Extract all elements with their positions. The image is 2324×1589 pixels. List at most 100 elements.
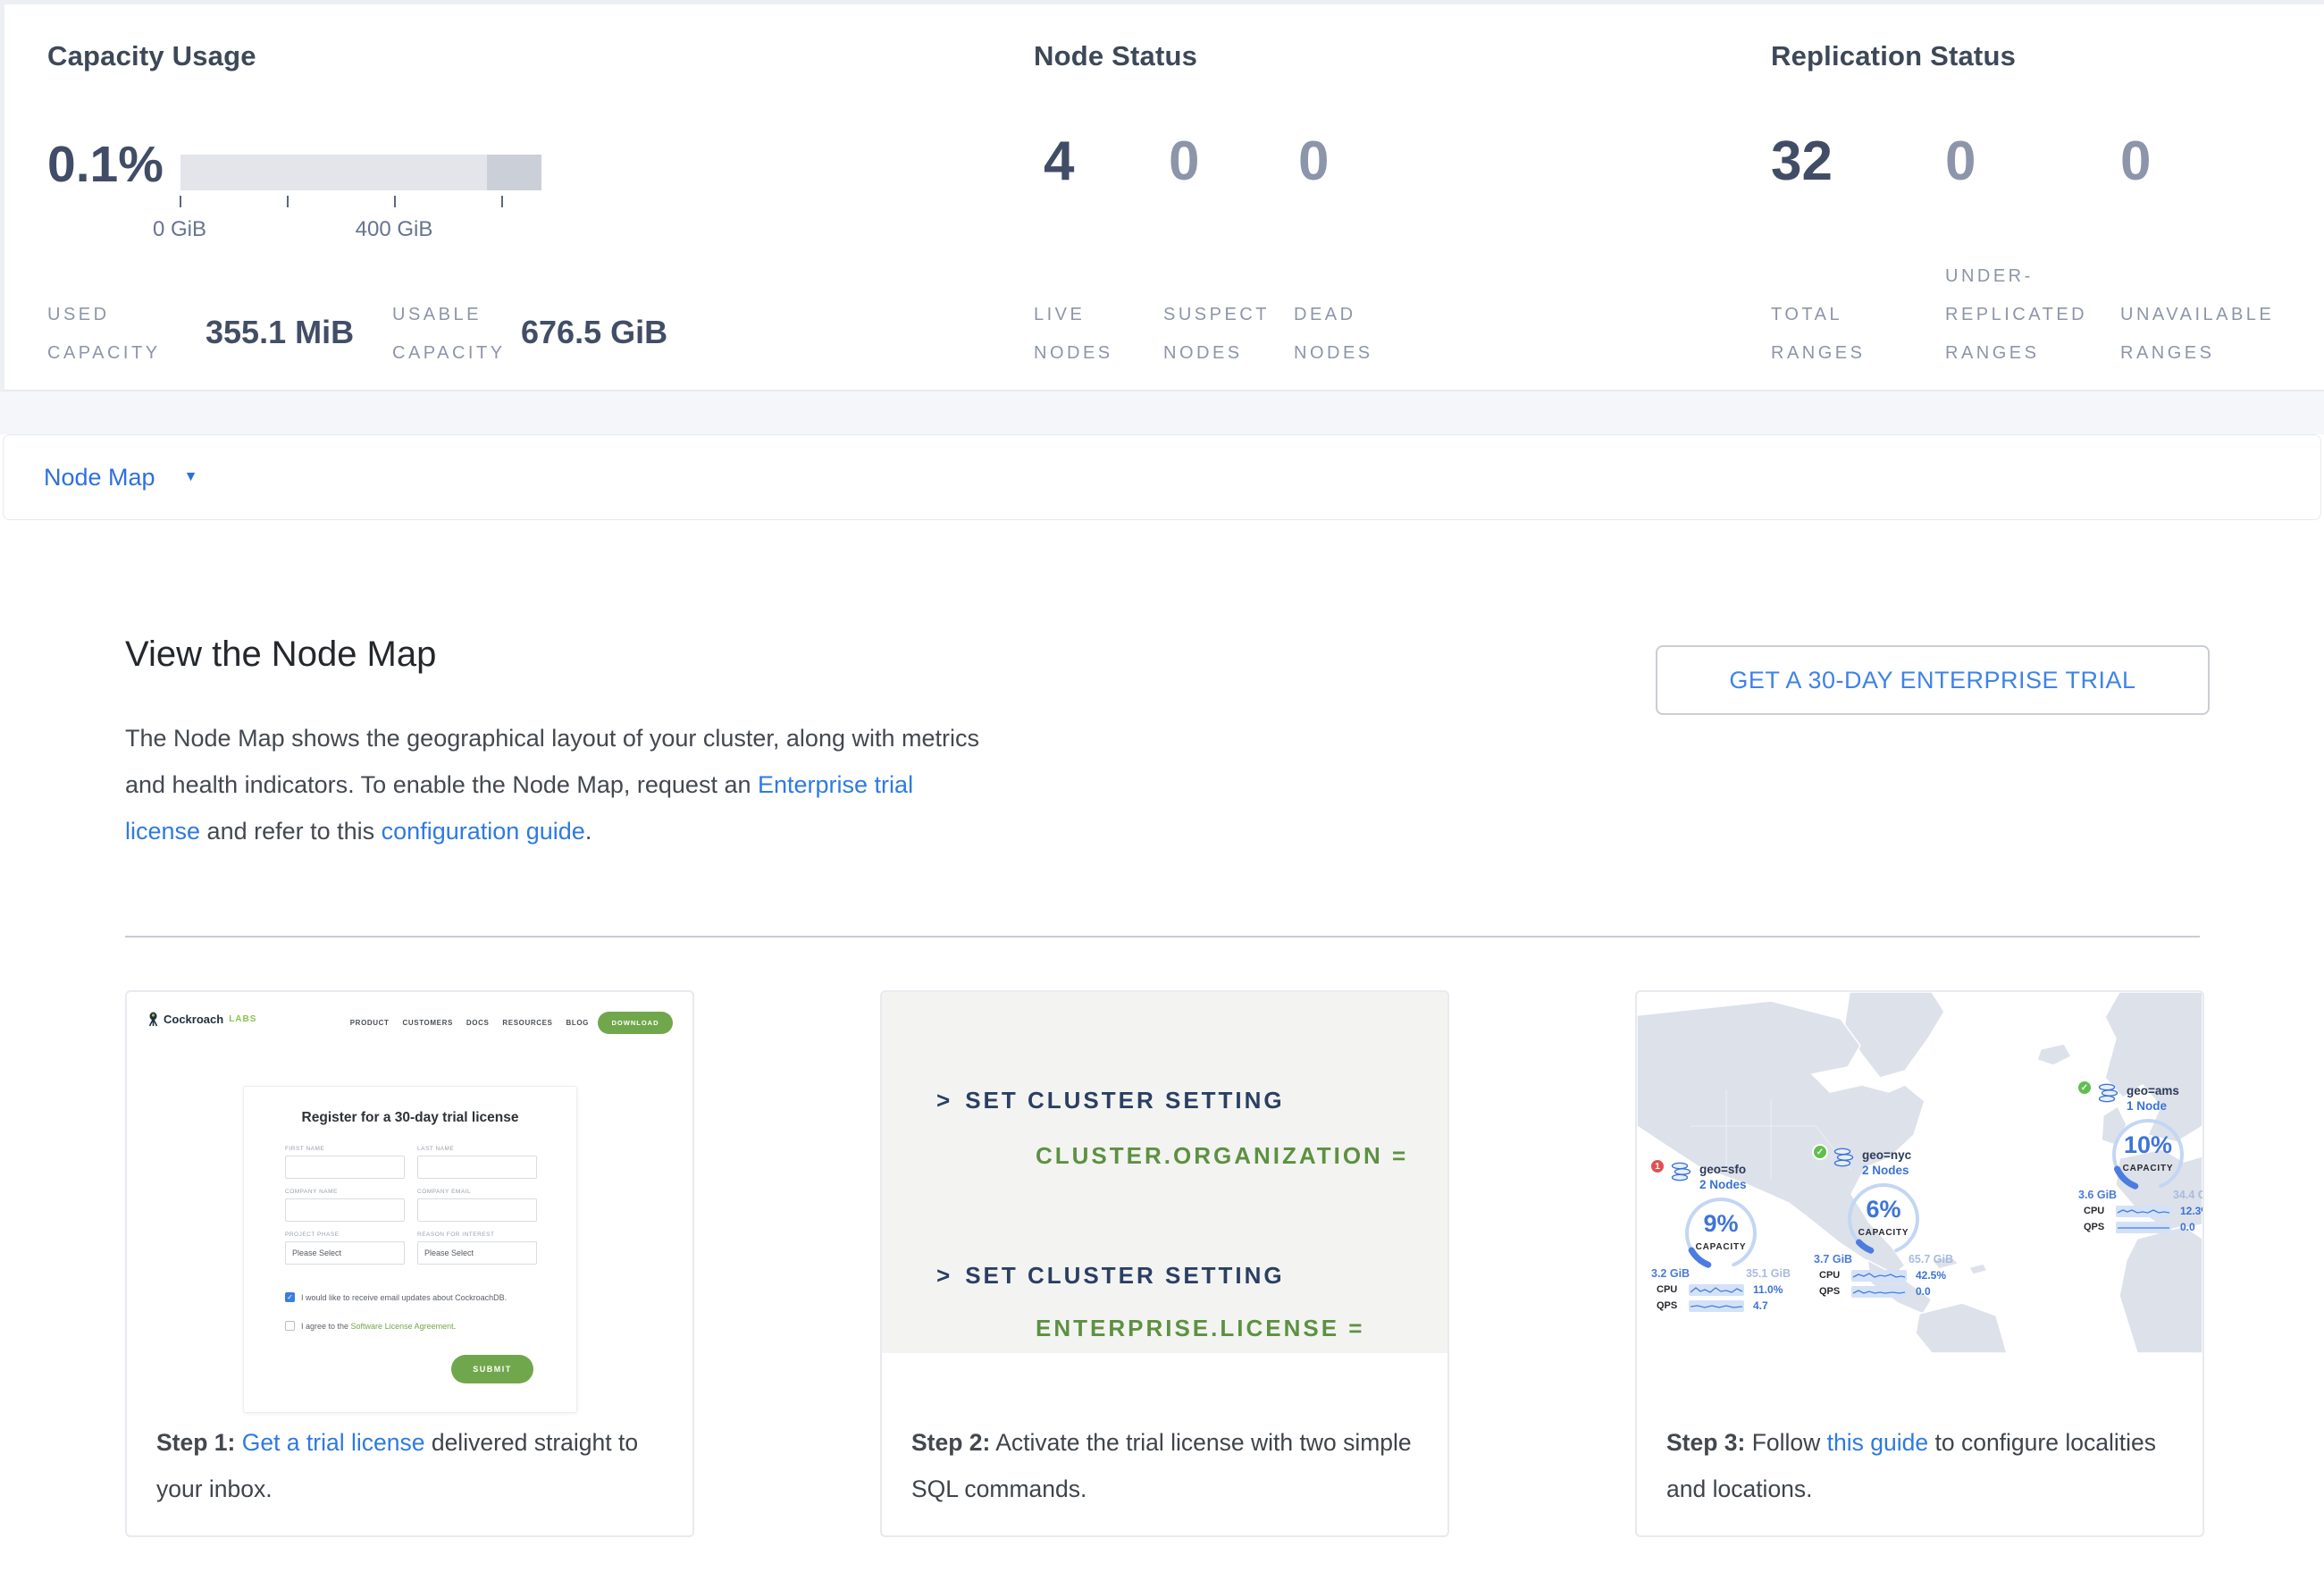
trial-license-form: Register for a 30-day trial license FIRS…: [243, 1086, 577, 1413]
capacity-gauge: 10% CAPACITY: [2091, 1117, 2202, 1192]
node-map-dropdown-label: Node Map: [44, 464, 155, 492]
step2-card: >SET CLUSTER SETTING CLUSTER.ORGANIZATIO…: [880, 990, 1449, 1537]
cpu-metric: CPU 42.5%: [1819, 1269, 1982, 1282]
capacity-tick-label-400: 400 GiB: [331, 217, 457, 242]
get-trial-license-link[interactable]: Get a trial license: [242, 1429, 425, 1456]
minisite-submit-button: SUBMIT: [451, 1355, 533, 1383]
dead-nodes-label: DEAD NODES: [1294, 296, 1373, 373]
capacity-bar-reserved-segment: [487, 155, 541, 190]
suspect-nodes-label: SUSPECT NODES: [1163, 296, 1270, 373]
this-guide-link[interactable]: this guide: [1827, 1429, 1928, 1456]
map-node-nyc: ✓ geo=nyc 2 Nodes: [1812, 1148, 1982, 1298]
minisite-nav-blog: BLOG: [566, 1019, 589, 1027]
checkbox-checked-icon: ✓: [285, 1292, 295, 1302]
replication-status-title: Replication Status: [1771, 40, 2016, 72]
capacity-gauge: 6% CAPACITY: [1826, 1181, 1941, 1257]
company-email-field: COMPANY EMAIL: [417, 1189, 537, 1222]
healthy-check-icon: ✓: [2076, 1080, 2093, 1096]
cpu-sparkline-icon: [2116, 1206, 2171, 1217]
minisite-nav-links: PRODUCT CUSTOMERS DOCS RESOURCES BLOG: [350, 1019, 589, 1027]
total-ranges-count: 32: [1771, 130, 1833, 193]
sql-line-2: CLUSTER.ORGANIZATION =: [1036, 1142, 1408, 1170]
intro-description: The Node Map shows the geographical layo…: [125, 715, 987, 854]
suspect-nodes-count: 0: [1169, 130, 1199, 193]
email-updates-checkbox-row: ✓ I would like to receive email updates …: [285, 1292, 507, 1302]
first-name-field: FIRST NAME: [285, 1146, 405, 1179]
step2-caption: Step 2: Activate the trial license with …: [911, 1419, 1421, 1512]
used-capacity-value: 355.1 MiB: [206, 314, 354, 351]
cluster-summary-panel: Capacity Usage 0.1% 0 GiB 400 GiB USED C…: [4, 4, 2324, 391]
usable-capacity-value: 676.5 GiB: [521, 314, 667, 351]
project-phase-select: PROJECT PHASE Please Select: [285, 1232, 405, 1265]
cpu-metric: CPU 12.3%: [2084, 1205, 2202, 1217]
checkbox-empty-icon: [285, 1321, 295, 1331]
minisite-nav-customers: CUSTOMERS: [403, 1019, 453, 1027]
section-divider: [125, 936, 2200, 937]
used-capacity-label: USED CAPACITY: [47, 296, 161, 373]
configuration-guide-link[interactable]: configuration guide: [382, 818, 585, 845]
step3-caption: Step 3: Follow this guide to configure l…: [1666, 1419, 2176, 1512]
capacity-usage-title: Capacity Usage: [47, 40, 256, 72]
minisite-nav-docs: DOCS: [466, 1019, 490, 1027]
under-replicated-label: UNDER- REPLICATED RANGES: [1945, 257, 2087, 373]
license-agreement-checkbox-row: I agree to the Software License Agreemen…: [285, 1321, 456, 1331]
panel-spacer-band: [0, 391, 2324, 434]
capacity-gauge: 9% CAPACITY: [1664, 1196, 1778, 1271]
capacity-percent: 0.1%: [47, 135, 164, 194]
page-title: View the Node Map: [125, 635, 436, 675]
minisite-nav: Cockroach LABS PRODUCT CUSTOMERS DOCS RE…: [127, 992, 692, 1049]
live-nodes-count: 4: [1044, 130, 1074, 193]
cpu-sparkline-icon: [1689, 1284, 1744, 1296]
live-nodes-label: LIVE NODES: [1034, 296, 1113, 373]
sql-line-3: >SET CLUSTER SETTING: [936, 1262, 1285, 1290]
sql-line-1: >SET CLUSTER SETTING: [936, 1087, 1285, 1114]
sql-code-block: >SET CLUSTER SETTING CLUSTER.ORGANIZATIO…: [882, 992, 1447, 1353]
qps-metric: QPS 4.7: [1657, 1299, 1819, 1312]
chevron-down-icon: ▼: [184, 469, 198, 485]
qps-sparkline-icon: [2116, 1222, 2171, 1233]
cpu-metric: CPU 11.0%: [1657, 1283, 1819, 1296]
qps-sparkline-icon: [1851, 1286, 1907, 1298]
healthy-check-icon: ✓: [1812, 1144, 1828, 1160]
warning-badge-icon: 1: [1649, 1158, 1665, 1174]
cockroach-labs-logo: Cockroach LABS: [147, 1012, 256, 1027]
usable-capacity-label: USABLE CAPACITY: [392, 296, 506, 373]
step1-caption: Step 1: Get a trial license delivered st…: [156, 1419, 666, 1512]
minisite-download-button: DOWNLOAD: [598, 1012, 673, 1034]
get-enterprise-trial-button[interactable]: GET A 30-DAY ENTERPRISE TRIAL: [1656, 645, 2210, 715]
capacity-tick: [501, 196, 503, 207]
cockroach-bug-icon: [147, 1012, 160, 1027]
software-license-agreement-link: Software License Agreement: [351, 1322, 454, 1331]
step1-card: Cockroach LABS PRODUCT CUSTOMERS DOCS RE…: [125, 990, 694, 1537]
cpu-sparkline-icon: [1851, 1270, 1907, 1282]
capacity-tick: [394, 196, 396, 207]
cluster-overview-page: Capacity Usage 0.1% 0 GiB 400 GiB USED C…: [0, 0, 2324, 1589]
under-replicated-count: 0: [1945, 130, 1976, 193]
trial-form-title: Register for a 30-day trial license: [244, 1110, 576, 1126]
capacity-bar: [180, 155, 541, 190]
node-status-title: Node Status: [1034, 40, 1197, 72]
minisite-nav-product: PRODUCT: [350, 1019, 390, 1027]
minisite-nav-resources: RESOURCES: [502, 1019, 552, 1027]
total-ranges-label: TOTAL RANGES: [1771, 296, 1865, 373]
reason-for-interest-select: REASON FOR INTEREST Please Select: [417, 1232, 537, 1265]
database-stack-icon: [1833, 1148, 1856, 1169]
capacity-tick: [287, 196, 289, 207]
sql-line-4: ENTERPRISE.LICENSE =: [1036, 1315, 1364, 1342]
capacity-tick: [180, 196, 181, 207]
dead-nodes-count: 0: [1298, 130, 1329, 193]
map-node-sfo: 1 geo=sfo 2 Nodes: [1649, 1162, 1819, 1312]
company-name-field: COMPANY NAME: [285, 1189, 405, 1222]
trial-form-fields: FIRST NAME LAST NAME COMPANY NAME COMPAN…: [285, 1146, 537, 1265]
unavailable-ranges-label: UNAVAILABLE RANGES: [2120, 296, 2274, 373]
step3-card: 1 geo=sfo 2 Nodes: [1635, 990, 2204, 1537]
last-name-field: LAST NAME: [417, 1146, 537, 1179]
qps-sparkline-icon: [1689, 1300, 1744, 1312]
qps-metric: QPS 0.0: [2084, 1221, 2202, 1233]
node-map-dropdown[interactable]: Node Map ▼: [3, 434, 2321, 520]
map-node-ams: ✓ geo=ams 1 Node: [2076, 1083, 2202, 1233]
database-stack-icon: [1670, 1162, 1693, 1183]
qps-metric: QPS 0.0: [1819, 1285, 1982, 1298]
unavailable-ranges-count: 0: [2120, 130, 2151, 193]
node-map-preview: 1 geo=sfo 2 Nodes: [1637, 992, 2202, 1353]
